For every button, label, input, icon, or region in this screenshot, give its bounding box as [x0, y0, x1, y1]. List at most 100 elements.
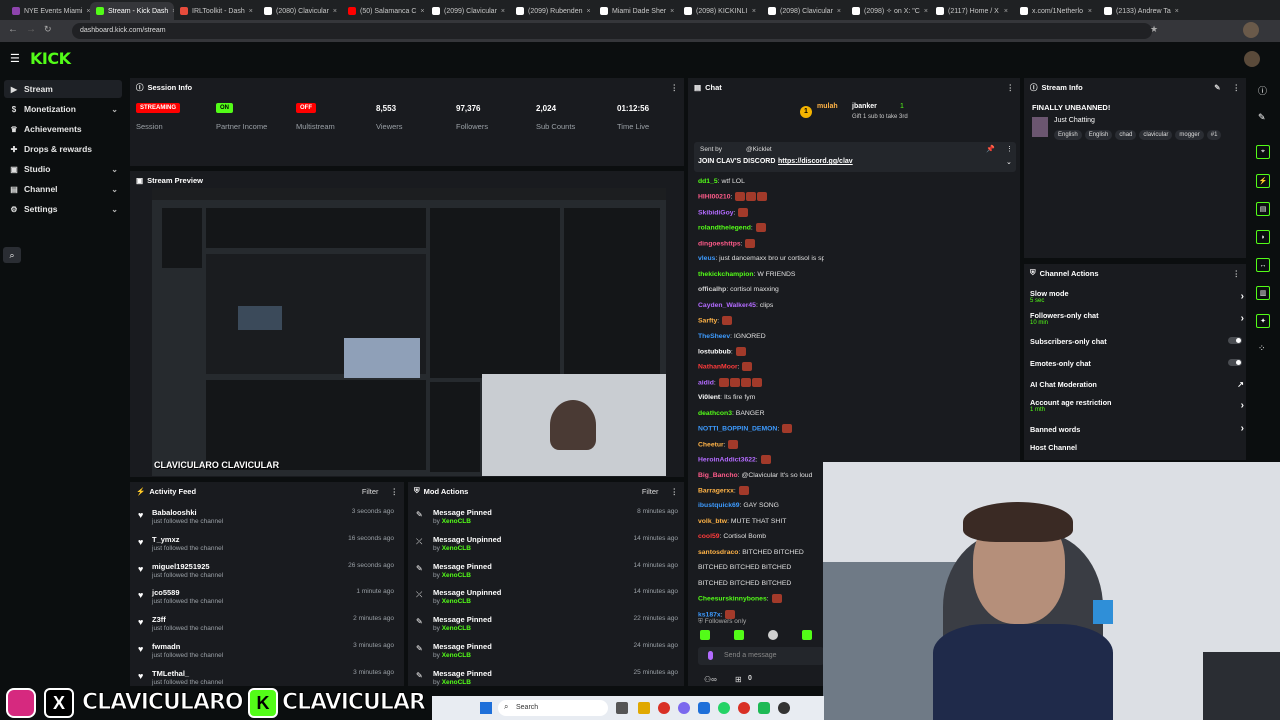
- chevron-down-icon[interactable]: ⌄: [1006, 158, 1012, 166]
- browser-tab[interactable]: (2099) Clavicular ×: [426, 2, 510, 20]
- chat-message[interactable]: Sarfty:: [698, 316, 824, 326]
- chat-username[interactable]: vleus: [698, 255, 715, 262]
- close-icon[interactable]: ×: [924, 8, 928, 15]
- filter-button[interactable]: Filter: [642, 487, 659, 496]
- chat-message[interactable]: BITCHED BITCHED BITCHED: [698, 579, 824, 588]
- close-icon[interactable]: ×: [420, 8, 424, 15]
- close-icon[interactable]: ×: [333, 8, 337, 15]
- sidebar-item-channel[interactable]: ▤ Channel ⌄: [4, 180, 122, 198]
- chat-username[interactable]: Cheesurskinnybones: [698, 595, 767, 602]
- taskview-icon[interactable]: [616, 702, 628, 714]
- chat-message[interactable]: BITCHED BITCHED BITCHED: [698, 563, 824, 572]
- chat-message[interactable]: Big_Bancho: @Clavicular It's so loud: [698, 471, 824, 480]
- chat-message[interactable]: SkibidiGoy:: [698, 207, 824, 217]
- channel-action-account-age-restriction[interactable]: Account age restriction 1 mth ›: [1030, 398, 1244, 413]
- chat-username[interactable]: Barragerxx: [698, 487, 734, 494]
- chat-input[interactable]: Send a message: [698, 647, 824, 665]
- profile-avatar[interactable]: [1243, 22, 1259, 38]
- discord-link[interactable]: https://discord.gg/clav: [778, 158, 853, 165]
- chat-message[interactable]: Cheesurskinnybones:: [698, 594, 824, 604]
- chat-message[interactable]: HIHI00210:: [698, 192, 824, 202]
- category-name[interactable]: Just Chatting: [1054, 117, 1095, 124]
- app-icon[interactable]: [738, 702, 750, 714]
- filter-button[interactable]: Filter: [362, 487, 379, 496]
- sidebar-item-studio[interactable]: ▣ Studio ⌄: [4, 160, 122, 178]
- stream-tag[interactable]: #1: [1206, 130, 1222, 140]
- chat-username[interactable]: SkibidiGoy: [698, 209, 734, 216]
- category-thumbnail[interactable]: [1032, 117, 1048, 137]
- app-icon[interactable]: [678, 702, 690, 714]
- gift-icon[interactable]: ⊞: [735, 675, 742, 684]
- chat-username[interactable]: thekickchampion: [698, 271, 754, 278]
- chat-username[interactable]: aidid: [698, 379, 714, 386]
- browser-tab[interactable]: (2133) Andrew Ta ×: [1098, 2, 1182, 20]
- wrench-icon[interactable]: ✦: [1256, 314, 1270, 328]
- browser-tab[interactable]: x.com/1Netherlo ×: [1014, 2, 1098, 20]
- edit-icon[interactable]: ✎: [1258, 112, 1266, 123]
- mic-icon[interactable]: [708, 651, 713, 660]
- expand-icon[interactable]: ↔: [1256, 258, 1270, 272]
- user-avatar[interactable]: [1244, 51, 1260, 67]
- follower-name[interactable]: Babalooshki: [152, 508, 197, 517]
- chat-message[interactable]: Vi0lent: Its fire fym: [698, 393, 824, 402]
- chat-message[interactable]: volk_btw: MUTE THAT SHIT: [698, 517, 824, 526]
- mod-name[interactable]: XenoCLB: [442, 679, 471, 686]
- chat-message[interactable]: NOTTI_BOPPIN_DEMON:: [698, 424, 824, 434]
- chat-username[interactable]: lostubbub: [698, 348, 731, 355]
- channel-action-host-channel[interactable]: Host Channel: [1030, 443, 1244, 452]
- mod-name[interactable]: XenoCLB: [442, 652, 471, 659]
- chat-message[interactable]: officalhp: cortisol maxxing: [698, 285, 824, 294]
- chat-message[interactable]: cool59: Cortisol Bomb: [698, 532, 824, 541]
- chat-message[interactable]: ibustquick69: GAY SONG: [698, 501, 824, 510]
- app-icon[interactable]: [778, 702, 790, 714]
- browser-tab[interactable]: Miami Dade Sher ×: [594, 2, 678, 20]
- chat-message[interactable]: lostubbub:: [698, 346, 824, 356]
- chat-message[interactable]: dingoeshttps:: [698, 238, 824, 248]
- mod-name[interactable]: XenoCLB: [442, 598, 471, 605]
- more-icon[interactable]: ⋮: [391, 487, 399, 496]
- chat-message[interactable]: dd1_5: wtf LOL: [698, 177, 824, 186]
- kick-logo[interactable]: KICK: [30, 49, 71, 68]
- chat-message[interactable]: santosdraco: BITCHED BITCHED: [698, 548, 824, 557]
- app-icon[interactable]: [718, 702, 730, 714]
- emote-icon[interactable]: [768, 630, 778, 640]
- chat-username[interactable]: Vi0lent: [698, 394, 720, 401]
- layout-icon[interactable]: ▥: [1256, 286, 1270, 300]
- follower-name[interactable]: jco5589: [152, 588, 180, 597]
- stream-preview-video[interactable]: CLAVICULARO CLAVICULAR: [152, 188, 666, 476]
- document-icon[interactable]: ▤: [1256, 202, 1270, 216]
- more-icon[interactable]: ⋮: [1006, 145, 1013, 153]
- app-icon[interactable]: [758, 702, 770, 714]
- browser-tab[interactable]: (2099) Rubenden ×: [510, 2, 594, 20]
- chat-username[interactable]: deathcon3: [698, 410, 732, 417]
- mod-name[interactable]: XenoCLB: [442, 518, 471, 525]
- chat-username[interactable]: Cheetur: [698, 441, 724, 448]
- points-icon[interactable]: ⚇∞: [704, 675, 717, 684]
- info-icon[interactable]: ⓘ: [1258, 84, 1267, 97]
- explorer-icon[interactable]: [638, 702, 650, 714]
- stream-tag[interactable]: clavicular: [1139, 130, 1173, 140]
- forward-icon[interactable]: →: [26, 24, 36, 35]
- chat-username[interactable]: volk_btw: [698, 518, 727, 525]
- sidebar-item-achievements[interactable]: ♛ Achievements: [4, 120, 122, 138]
- more-icon[interactable]: ⋮: [1007, 83, 1015, 92]
- apps-icon[interactable]: ⁘: [1258, 343, 1266, 354]
- follower-name[interactable]: TMLethal_: [152, 669, 189, 678]
- sidebar-item-stream[interactable]: ▶ Stream: [4, 80, 122, 98]
- mod-name[interactable]: XenoCLB: [442, 572, 471, 579]
- chat-username[interactable]: NathanMoor: [698, 364, 738, 371]
- browser-tab[interactable]: Stream - Kick Dash×: [90, 2, 174, 20]
- chat-username[interactable]: dingoeshttps: [698, 240, 741, 247]
- chat-message[interactable]: vleus: just dancemaxx bro ur cortisol is…: [698, 254, 824, 263]
- chat-message[interactable]: Barragerxx:: [698, 486, 824, 495]
- close-icon[interactable]: ×: [587, 8, 591, 15]
- browser-tab[interactable]: NYE Events Miami ×: [6, 2, 90, 20]
- channel-action-ai-chat-moderation[interactable]: AI Chat Moderation ↗: [1030, 380, 1244, 389]
- mod-name[interactable]: XenoCLB: [442, 625, 471, 632]
- chat-username[interactable]: HIHI00210: [698, 194, 731, 201]
- browser-tab[interactable]: (2098) Clavicular ×: [762, 2, 846, 20]
- menu-icon[interactable]: ☰: [10, 52, 20, 65]
- chat-message[interactable]: TheSheev: IGNORED: [698, 332, 824, 341]
- chat-message[interactable]: Cheetur:: [698, 439, 824, 449]
- chat-username[interactable]: NOTTI_BOPPIN_DEMON: [698, 425, 777, 432]
